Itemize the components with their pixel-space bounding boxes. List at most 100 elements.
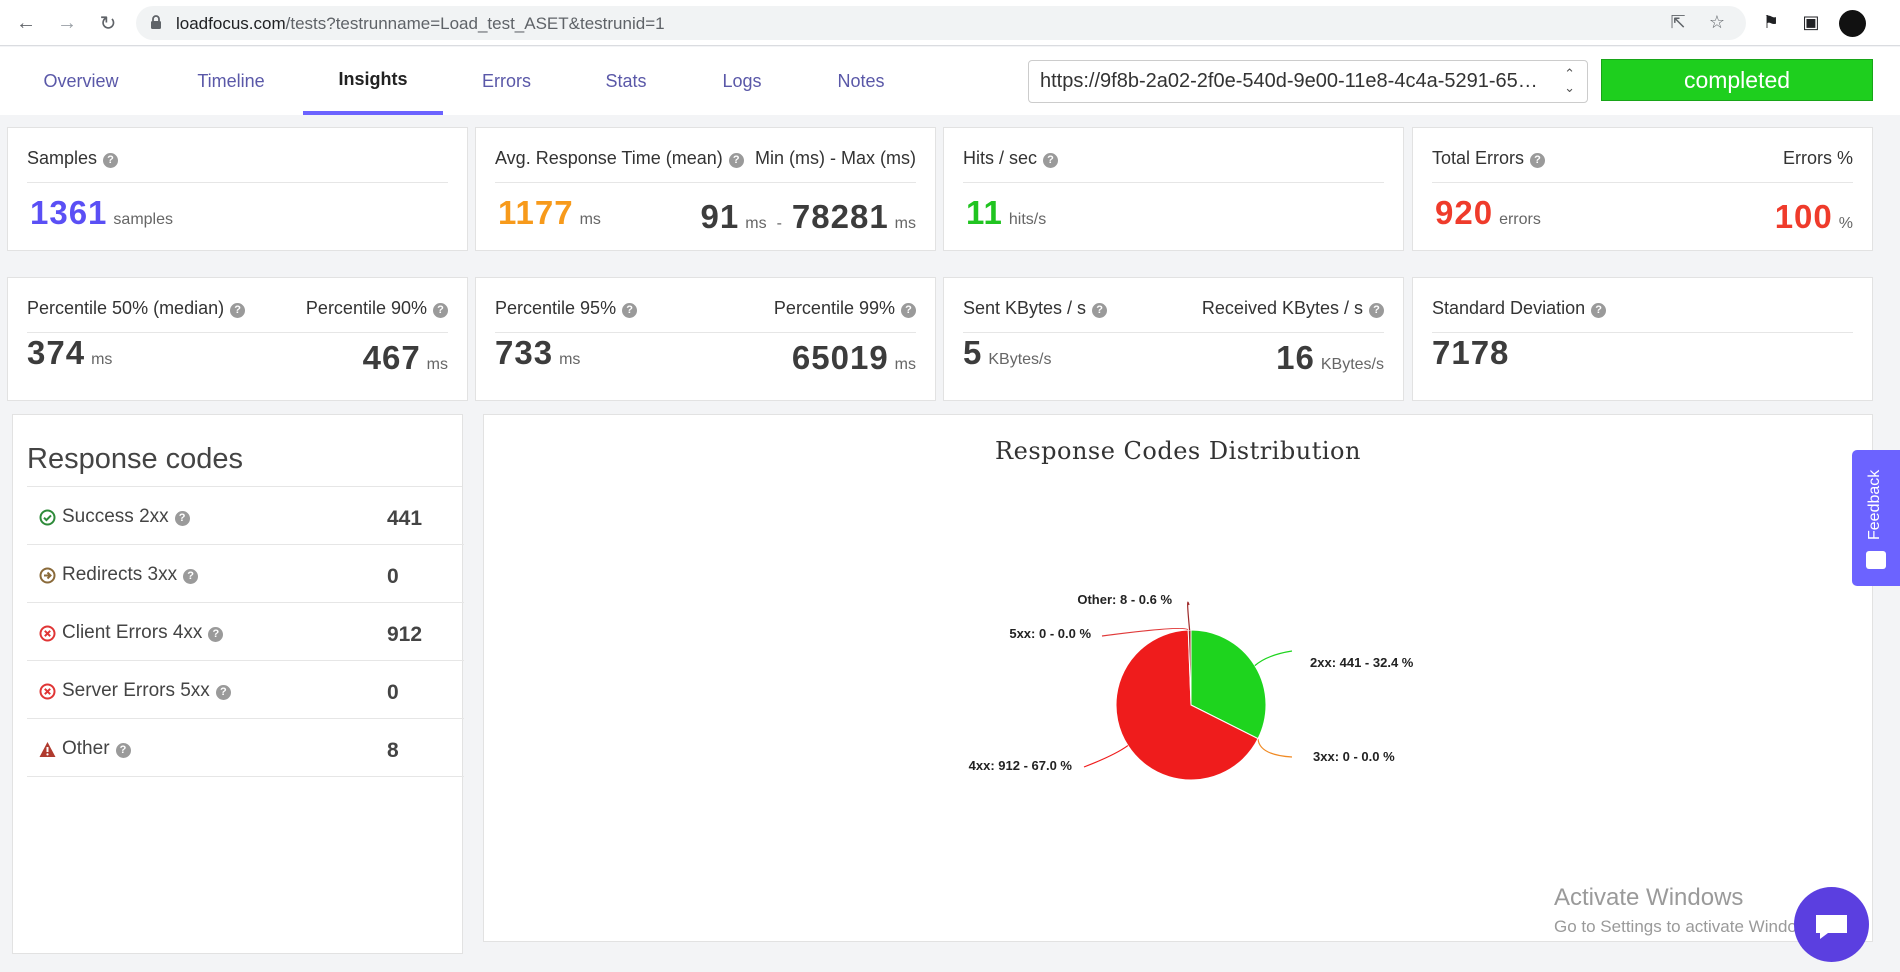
help-icon[interactable]: ? (208, 627, 224, 642)
warning-icon (39, 742, 56, 757)
received-label: Received KBytes / s? (1202, 298, 1384, 319)
forward-icon[interactable]: → (53, 9, 81, 37)
stddev-label: Standard Deviation? (1432, 298, 1607, 319)
p50-value: 374 ms (27, 334, 113, 371)
total-errors-label: Total Errors? (1432, 148, 1546, 169)
chat-icon (1816, 915, 1847, 939)
activate-windows-subtitle: Go to Settings to activate Windows. (1554, 917, 1823, 936)
extensions-icon[interactable]: ⚑ (1760, 12, 1782, 34)
status-completed-button[interactable]: completed (1601, 59, 1873, 101)
side-panel-icon[interactable]: ▣ (1800, 12, 1822, 34)
tab-errors[interactable]: Errors (460, 47, 553, 115)
pie-connector-other (1187, 601, 1191, 631)
help-icon[interactable]: ? (622, 303, 638, 318)
back-icon[interactable]: ← (12, 9, 40, 37)
help-icon[interactable]: ? (174, 511, 190, 526)
errors-pct-label: Errors % (1782, 148, 1853, 168)
chat-button[interactable] (1794, 887, 1869, 962)
errors-card: Total Errors? Errors % 920 errors 100% (1412, 127, 1873, 251)
help-icon[interactable]: ? (1530, 153, 1546, 168)
tab-logs[interactable]: Logs (702, 47, 782, 115)
p95-value: 733 ms (495, 334, 581, 371)
share-icon[interactable]: ⇱ (1667, 12, 1689, 34)
help-icon[interactable]: ? (215, 685, 231, 700)
help-icon[interactable]: ? (1591, 303, 1607, 318)
code-row-2xx: Success 2xx? 441 (27, 487, 464, 545)
help-icon[interactable]: ? (1092, 303, 1108, 318)
code-count: 912 (387, 623, 423, 646)
code-row-3xx: Redirects 3xx? 0 (27, 545, 464, 603)
sent-label: Sent KBytes / s? (963, 298, 1108, 319)
p99-label: Percentile 99%? (774, 298, 916, 319)
p50-label: Percentile 50% (median)? (27, 298, 246, 319)
activate-windows-title: Activate Windows (1554, 884, 1744, 911)
help-icon[interactable]: ? (183, 569, 199, 584)
tab-overview[interactable]: Overview (26, 47, 136, 115)
help-icon[interactable]: ? (1369, 303, 1384, 318)
pie-label-other: Other: 8 - 0.6 % (1077, 592, 1172, 607)
avg-response-value: 1177 ms (498, 194, 601, 231)
test-run-select-value: https://9f8b-2a02-2f0e-540d-9e00-11e8-4c… (1040, 70, 1552, 92)
help-icon[interactable]: ? (230, 303, 246, 318)
feedback-icon (1866, 551, 1886, 569)
pie-connector-2xx (1254, 650, 1293, 667)
check-circle-icon (39, 509, 56, 526)
response-codes-panel: Response codes Success 2xx? 441 Redirect… (12, 414, 464, 954)
address-url: loadfocus.com/tests?testrunname=Load_tes… (176, 14, 665, 33)
help-icon[interactable]: ? (901, 303, 916, 318)
arrow-circle-icon (39, 567, 56, 584)
pie-label-4xx: 4xx: 912 - 67.0 % (969, 758, 1073, 773)
code-count: 8 (387, 739, 399, 762)
test-run-select[interactable]: https://9f8b-2a02-2f0e-540d-9e00-11e8-4c… (1028, 60, 1588, 103)
code-row-other: Other? 8 (27, 719, 464, 777)
select-chevron-icon: ⌃ ⌄ (1564, 66, 1575, 95)
help-icon[interactable]: ? (433, 303, 448, 318)
response-codes-title: Response codes (27, 443, 244, 475)
minmax-value: 91 ms -78281 ms (700, 198, 916, 235)
pie-label-2xx: 2xx: 441 - 32.4 % (1310, 655, 1414, 670)
code-row-5xx: Server Errors 5xx? 0 (27, 661, 464, 719)
code-count: 441 (387, 507, 423, 530)
samples-label: Samples? (27, 148, 119, 169)
help-icon[interactable]: ? (103, 153, 119, 168)
samples-card: Samples? 1361 samples (7, 127, 468, 251)
feedback-tab[interactable]: Feedback (1852, 450, 1900, 586)
x-circle-icon (39, 625, 56, 642)
stddev-card: Standard Deviation? 7178 (1412, 277, 1873, 401)
profile-avatar[interactable] (1839, 10, 1866, 37)
stddev-value: 7178 (1432, 334, 1510, 371)
reload-icon[interactable]: ↻ (94, 9, 122, 37)
errors-pct-value: 100% (1774, 198, 1853, 235)
page-tabs: Overview Timeline Insights Errors Stats … (0, 47, 1900, 115)
help-icon[interactable]: ? (115, 743, 131, 758)
code-count: 0 (387, 681, 399, 704)
x-circle-icon (39, 683, 56, 700)
hits-label: Hits / sec? (963, 148, 1059, 169)
lock-icon (151, 15, 161, 29)
help-icon[interactable]: ? (728, 153, 744, 168)
help-icon[interactable]: ? (1043, 153, 1059, 168)
browser-toolbar: ← → ↻ loadfocus.com/tests?testrunname=Lo… (0, 0, 1900, 46)
pie-chart: 2xx: 441 - 32.4 % 3xx: 0 - 0.0 % 4xx: 912 … (969, 592, 1414, 781)
pie-label-5xx: 5xx: 0 - 0.0 % (1009, 626, 1091, 641)
hits-value: 11 hits/s (966, 194, 1047, 231)
response-codes-chart: Response Codes Distribution 2xx: 441 - 3… (483, 414, 1873, 942)
tab-notes[interactable]: Notes (818, 47, 904, 115)
pie-connector-4xx (1083, 745, 1129, 768)
minmax-label: Min (ms) - Max (ms) (755, 148, 916, 168)
bookmark-star-icon[interactable]: ☆ (1706, 12, 1728, 34)
avg-response-label: Avg. Response Time (mean)? (495, 148, 744, 169)
address-bar[interactable]: loadfocus.com/tests?testrunname=Load_tes… (136, 6, 1746, 40)
sent-value: 5 KBytes/s (963, 334, 1052, 371)
feedback-label: Feedback (1866, 469, 1883, 540)
code-count: 0 (387, 565, 399, 588)
tab-stats[interactable]: Stats (586, 47, 666, 115)
total-errors-value: 920 errors (1435, 194, 1541, 231)
tab-timeline[interactable]: Timeline (176, 47, 286, 115)
pie-label-3xx: 3xx: 0 - 0.0 % (1313, 749, 1395, 764)
p90-label: Percentile 90%? (306, 298, 448, 319)
tab-insights[interactable]: Insights (303, 47, 443, 115)
samples-value: 1361 samples (30, 194, 173, 231)
pie-connector-3xx (1257, 738, 1293, 758)
hits-card: Hits / sec? 11 hits/s (943, 127, 1404, 251)
